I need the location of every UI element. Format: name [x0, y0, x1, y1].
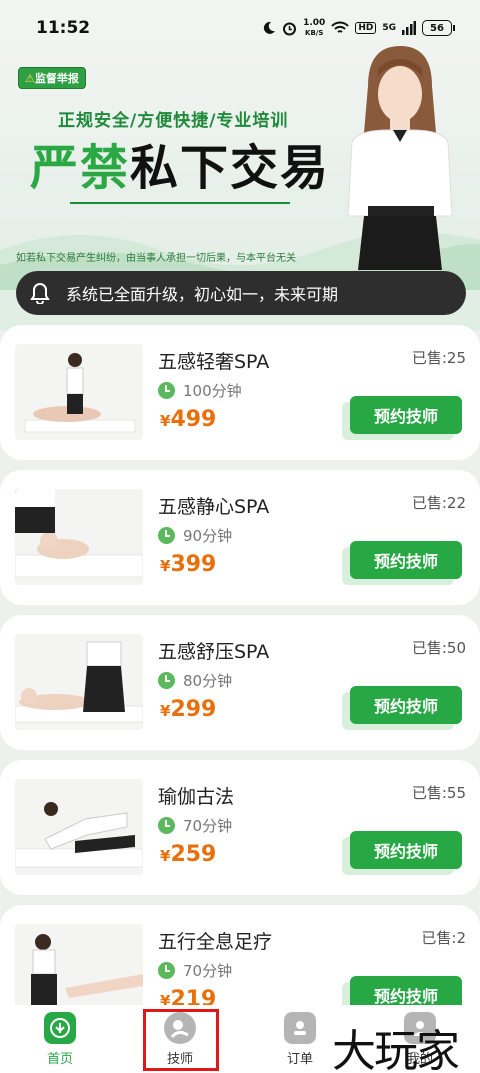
sold-count: 已售:50	[411, 639, 466, 657]
sold-count: 已售:55	[411, 784, 466, 802]
price-currency: ¥	[160, 557, 171, 575]
status-bar: 11:52 1.00 KB/S HD 5G 56	[0, 0, 480, 56]
service-image	[15, 489, 143, 585]
status-time: 11:52	[36, 18, 91, 38]
book-technician-button[interactable]: 预约技师	[350, 831, 462, 869]
service-image	[15, 779, 143, 875]
service-card[interactable]: 五感轻奢SPA 已售:25 100分钟 ¥499 预约技师	[0, 325, 480, 460]
price: ¥499	[160, 407, 216, 432]
banner-title-black: 私下交易	[130, 140, 331, 196]
order-icon	[284, 1012, 316, 1044]
service-title: 五感舒压SPA	[158, 641, 270, 663]
price: ¥399	[160, 552, 216, 577]
duration-text: 90分钟	[183, 527, 233, 545]
warning-icon: ⚠	[25, 72, 35, 85]
net-speed: 1.00 KB/S	[303, 18, 325, 38]
clock-icon	[158, 672, 175, 689]
duration: 70分钟	[158, 960, 232, 981]
service-title: 瑜伽古法	[158, 786, 235, 808]
service-title: 五感静心SPA	[158, 496, 270, 518]
hd-badge: HD	[355, 22, 377, 34]
notice-text: 系统已全面升级，初心如一，未来可期	[66, 285, 339, 304]
alarm-icon	[283, 22, 297, 35]
banner-title: 严禁私下交易	[30, 128, 330, 198]
net-speed-unit: KB/S	[305, 29, 324, 37]
report-badge-label: 监督举报	[34, 72, 79, 85]
book-technician-button[interactable]: 预约技师	[350, 396, 462, 434]
signal-icon	[402, 21, 416, 35]
banner-divider	[70, 202, 290, 204]
net-speed-value: 1.00	[303, 18, 326, 28]
price-value: 399	[170, 552, 217, 577]
moon-icon	[263, 21, 276, 34]
service-image	[15, 344, 143, 440]
clock-icon	[158, 527, 175, 544]
duration-text: 70分钟	[183, 962, 233, 980]
battery-icon: 56	[422, 20, 455, 36]
wifi-icon	[331, 21, 350, 33]
banner-title-green: 严禁	[30, 140, 131, 196]
service-card[interactable]: 瑜伽古法 已售:55 70分钟 ¥259 预约技师	[0, 760, 480, 895]
status-icons: 1.00 KB/S HD 5G 56	[262, 18, 455, 38]
price-value: 499	[170, 407, 217, 432]
price-currency: ¥	[160, 847, 171, 865]
duration: 100分钟	[158, 380, 242, 401]
report-badge[interactable]: ⚠监督举报	[18, 67, 86, 89]
service-image	[15, 634, 143, 730]
service-card[interactable]: 五感舒压SPA 已售:50 80分钟 ¥299 预约技师	[0, 615, 480, 750]
sold-count: 已售:25	[411, 349, 466, 367]
duration: 90分钟	[158, 525, 232, 546]
price-currency: ¥	[160, 412, 171, 430]
sold-count: 已售:22	[411, 494, 466, 512]
notice-bar[interactable]: 系统已全面升级，初心如一，未来可期	[16, 271, 466, 315]
service-title: 五感轻奢SPA	[158, 351, 270, 373]
service-title: 五行全息足疗	[158, 931, 273, 953]
price-currency: ¥	[160, 702, 171, 720]
duration: 80分钟	[158, 670, 232, 691]
duration-text: 80分钟	[183, 672, 233, 690]
price: ¥299	[160, 697, 216, 722]
tab-home[interactable]: 首页	[20, 1012, 100, 1067]
book-technician-button[interactable]: 预约技师	[350, 541, 462, 579]
watermark-text: 大玩家	[332, 1026, 460, 1073]
service-card[interactable]: 五感静心SPA 已售:22 90分钟 ¥399 预约技师	[0, 470, 480, 605]
technician-tab-highlight	[143, 1009, 219, 1071]
tab-orders-label: 订单	[286, 1052, 313, 1067]
clock-icon	[158, 817, 175, 834]
home-icon	[44, 1012, 76, 1044]
duration-text: 70分钟	[183, 817, 233, 835]
price-value: 259	[170, 842, 217, 867]
tab-home-label: 首页	[46, 1052, 73, 1067]
model-illustration	[347, 46, 453, 270]
signal-label: 5G	[382, 23, 396, 33]
book-technician-button[interactable]: 预约技师	[350, 686, 462, 724]
banner-disclaimer: 如若私下交易产生纠纷，由当事人承担一切后果，与本平台无关	[16, 253, 296, 264]
clock-icon	[158, 962, 175, 979]
duration: 70分钟	[158, 815, 232, 836]
sold-count: 已售:2	[421, 929, 466, 947]
tab-orders[interactable]: 订单	[260, 1012, 340, 1067]
price: ¥259	[160, 842, 216, 867]
price-value: 299	[170, 697, 217, 722]
bell-icon	[30, 282, 50, 304]
duration-text: 100分钟	[183, 382, 242, 400]
clock-icon	[158, 382, 175, 399]
